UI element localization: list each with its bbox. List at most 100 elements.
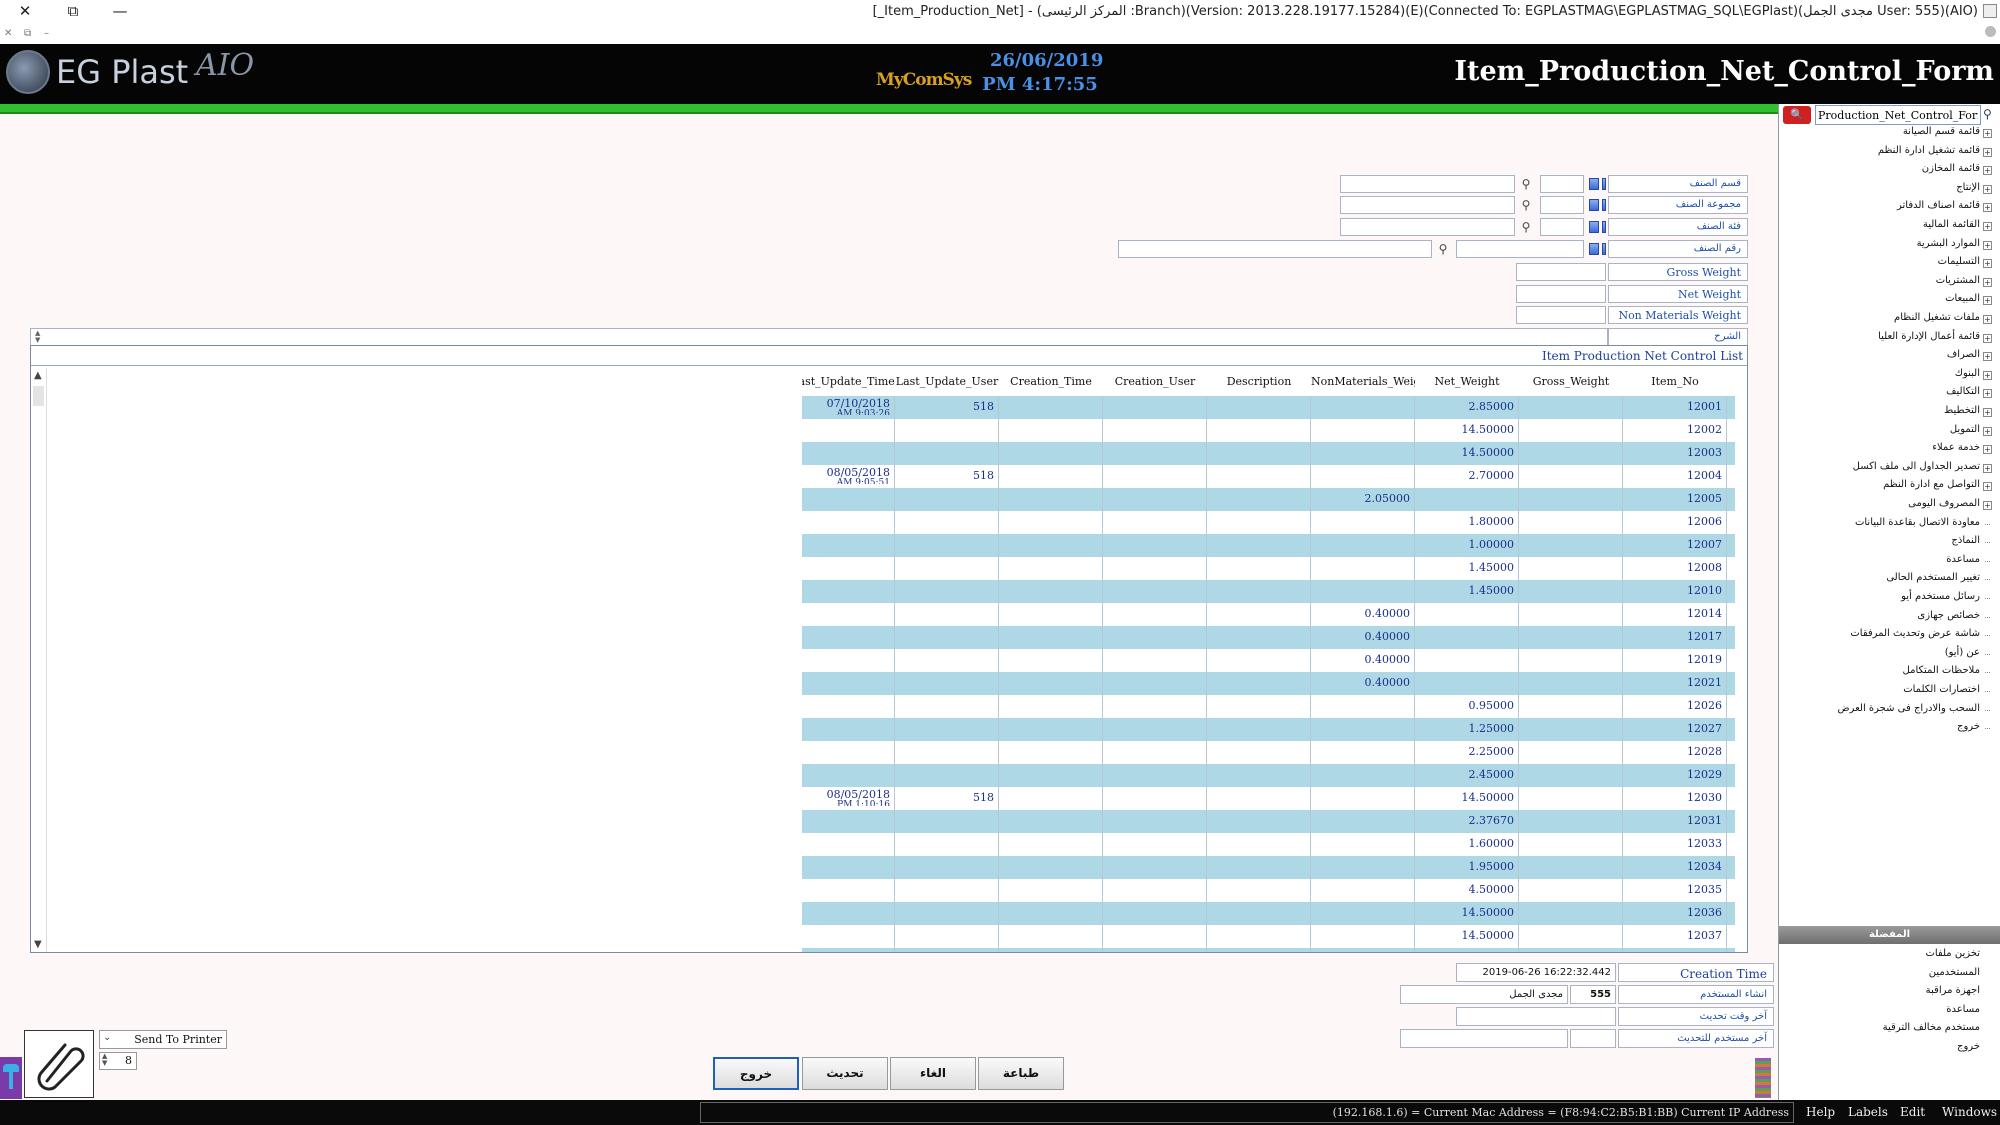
expand-icon[interactable]: + [1983, 408, 1992, 417]
column-header-item-no[interactable]: Item_No [1623, 372, 1727, 392]
column-header-non-materials-weight[interactable]: NonMaterials_Weight [1311, 372, 1415, 392]
tree-item[interactable]: خصائص جهازى [1917, 610, 1992, 628]
column-header-creation-user[interactable]: Creation_User [1103, 372, 1207, 392]
table-row[interactable]: 12028 2.25000 [802, 741, 1735, 764]
table-row[interactable]: 12007 1.00000 [802, 534, 1735, 557]
tree-item[interactable]: مساعدة [1946, 554, 1992, 572]
tree-item[interactable]: التمويل + [1950, 424, 1992, 442]
toggle-icon[interactable] [1589, 199, 1599, 211]
tree-item[interactable]: قائمة المخازن + [1922, 163, 1992, 181]
name-input[interactable] [1340, 175, 1515, 193]
stepper-arrows-icon[interactable]: ▲ ▼ [102, 1053, 107, 1067]
toggle-icon[interactable] [1602, 178, 1606, 190]
name-input[interactable] [1340, 218, 1515, 236]
barcode-icon[interactable] [1755, 1058, 1771, 1098]
favorite-item[interactable]: مستخدم مخالف الترقية [1883, 1022, 1980, 1033]
name-input[interactable] [1340, 196, 1515, 214]
favorite-item[interactable]: مساعدة [1946, 1004, 1980, 1015]
mdi-close-button[interactable]: ✕ [4, 28, 12, 39]
column-header-creation-time[interactable]: Creation_Time [999, 372, 1103, 392]
table-row[interactable]: 12019 0.40000 [802, 649, 1735, 672]
toggle-icon[interactable] [1602, 243, 1606, 255]
expand-icon[interactable]: + [1983, 222, 1992, 231]
restore-window-button[interactable]: ⧉ [62, 2, 84, 20]
tree-item[interactable]: تغيير المستخدم الحالى [1886, 572, 1992, 590]
expand-icon[interactable]: + [1983, 426, 1992, 436]
expand-icon[interactable]: + [1983, 259, 1992, 269]
expand-icon[interactable]: + [1983, 445, 1992, 455]
favorite-item[interactable]: خروج [1957, 1041, 1980, 1052]
toggle-icon[interactable] [1589, 243, 1599, 255]
net-weight-input[interactable] [1516, 285, 1606, 303]
mdi-restore-button[interactable]: ⧉ [24, 28, 31, 39]
table-row[interactable]: 12029 2.45000 [802, 764, 1735, 787]
table-row[interactable]: 12027 1.25000 [802, 718, 1735, 741]
tree-item[interactable]: ملفات تشغيل النظام + [1894, 312, 1992, 330]
expand-icon[interactable]: + [1983, 240, 1992, 250]
code-input[interactable] [1540, 175, 1584, 193]
tree-item[interactable]: قائمة تشغيل ادارة النظم + [1878, 145, 1992, 163]
gross-weight-input[interactable] [1516, 263, 1606, 281]
scroll-up-icon[interactable]: ▲ [34, 370, 42, 381]
search-icon[interactable]: ⚲ [1983, 107, 1992, 121]
description-spin-icon[interactable]: ▲ ▼ [35, 330, 40, 344]
column-header-gross-weight[interactable]: Gross_Weight [1519, 372, 1623, 392]
code-input[interactable] [1540, 218, 1584, 236]
tree-item[interactable]: اختصارات الكلمات [1903, 684, 1992, 702]
column-header-description[interactable]: Description [1207, 372, 1311, 392]
tree-item[interactable]: التخطيط + [1944, 405, 1992, 423]
table-row[interactable]: 12010 1.45000 [802, 580, 1735, 603]
expand-icon[interactable]: + [1983, 129, 1992, 138]
table-row[interactable]: 12002 14.50000 [802, 419, 1735, 442]
table-row[interactable]: 12030 14.50000 518 08/05/2018 PM 1:10:16 [802, 787, 1735, 810]
tree-item[interactable]: المصروف اليومى + [1908, 498, 1992, 516]
menu-help[interactable]: Help [1806, 1105, 1835, 1119]
tree-item[interactable]: الإنتاج + [1956, 182, 1992, 200]
table-row[interactable]: 12005 2.05000 [802, 488, 1735, 511]
cancel-button[interactable]: الغاء [890, 1057, 976, 1090]
code-input[interactable] [1456, 240, 1584, 258]
attachments-button[interactable] [24, 1030, 94, 1098]
menu-edit[interactable]: Edit [1900, 1105, 1925, 1119]
printer-select[interactable]: ⌄ Send To Printer [99, 1030, 227, 1049]
update-button[interactable]: تحديث [802, 1057, 888, 1090]
table-row[interactable]: 12036 14.50000 [802, 902, 1735, 925]
expand-icon[interactable]: + [1983, 184, 1992, 194]
expand-icon[interactable]: + [1983, 501, 1992, 510]
search-button[interactable]: 🔍 [1783, 106, 1811, 124]
search-icon[interactable]: ⚲ [1434, 240, 1452, 258]
table-row[interactable]: 12033 1.60000 [802, 833, 1735, 856]
expand-icon[interactable]: + [1983, 296, 1992, 306]
expand-icon[interactable]: + [1983, 463, 1992, 473]
tree-item[interactable]: المبيعات + [1945, 293, 1992, 311]
search-icon[interactable]: ⚲ [1517, 218, 1535, 236]
column-header-net-weight[interactable]: Net_Weight [1415, 372, 1519, 392]
tree-item[interactable]: المشتريات + [1936, 275, 1992, 293]
expand-icon[interactable]: + [1983, 389, 1992, 399]
expand-icon[interactable]: + [1983, 315, 1992, 324]
table-row[interactable]: 12017 0.40000 [802, 626, 1735, 649]
exit-button[interactable]: خروج [713, 1057, 799, 1090]
scroll-thumb[interactable] [33, 386, 44, 406]
favorite-item[interactable]: المستخدمين [1929, 967, 1980, 978]
expand-icon[interactable]: + [1983, 370, 1992, 380]
tree-item[interactable]: التسليمات + [1938, 256, 1992, 274]
tree-item[interactable]: خدمة عملاء + [1932, 442, 1992, 460]
close-window-button[interactable]: ✕ [14, 2, 36, 20]
tree-item[interactable]: قائمة قسم الصيانة + [1903, 126, 1992, 144]
favorite-item[interactable]: اجهزة مراقبة [1926, 985, 1980, 996]
name-input[interactable] [1118, 240, 1432, 258]
tree-item[interactable]: قائمة أعمال الإدارة العليا + [1878, 331, 1992, 349]
search-icon[interactable]: ⚲ [1517, 175, 1535, 193]
tree-item[interactable]: معاودة الاتصال بقاعدة البيانات [1855, 517, 1992, 535]
toggle-icon[interactable] [1589, 221, 1599, 233]
table-row[interactable]: 12001 2.85000 518 07/10/2018 AM 9:03:26 [802, 396, 1735, 419]
tree-item[interactable]: خروج [1957, 721, 1992, 739]
code-input[interactable] [1540, 196, 1584, 214]
tree-item[interactable]: البنوك + [1955, 368, 1992, 386]
tree-item[interactable]: ملاحظات المتكامل [1903, 665, 1992, 683]
table-row[interactable]: 12004 2.70000 518 08/05/2018 AM 9:05:51 [802, 465, 1735, 488]
toggle-icon[interactable] [1589, 178, 1599, 190]
expand-icon[interactable]: + [1983, 482, 1992, 492]
column-header-last-update-user[interactable]: Last_Update_User [895, 372, 999, 392]
